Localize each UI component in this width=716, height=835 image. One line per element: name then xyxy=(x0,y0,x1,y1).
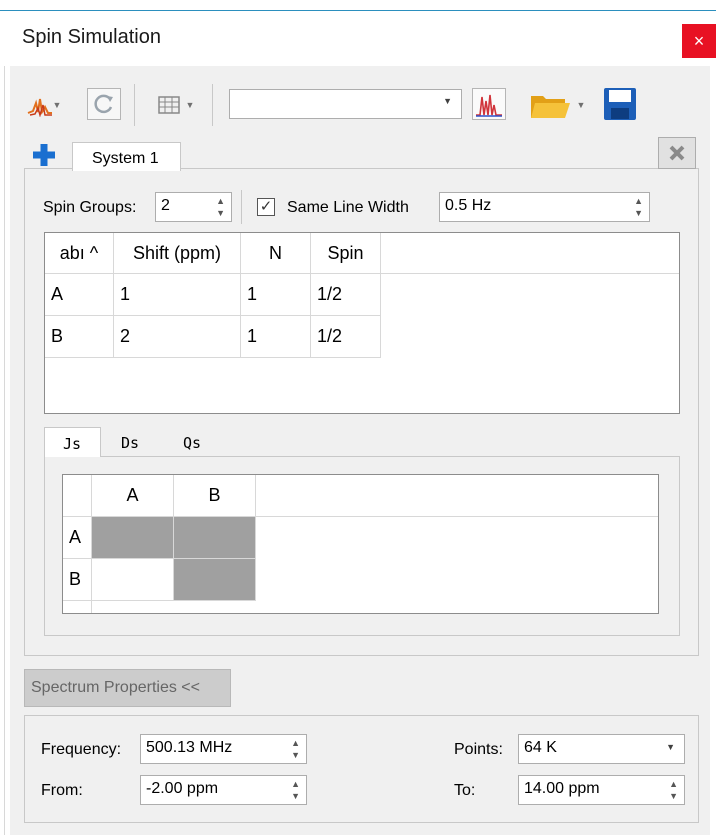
points-label: Points: xyxy=(454,741,503,758)
window-title: Spin Simulation xyxy=(22,26,161,48)
add-system-button[interactable] xyxy=(32,143,56,167)
save-button[interactable] xyxy=(601,86,639,122)
frequency-label: Frequency: xyxy=(41,741,122,758)
refresh-icon xyxy=(94,94,113,114)
points-value: 64 K xyxy=(524,739,557,756)
folder-open-icon xyxy=(530,96,570,118)
from-label: From: xyxy=(41,782,83,799)
spectrum-properties-toggle[interactable]: Spectrum Properties << xyxy=(24,669,231,707)
matrix-column-header[interactable]: B xyxy=(174,475,256,517)
refresh-button[interactable] xyxy=(87,88,121,120)
to-spinbox[interactable]: 14.00 ppm ▲ ▼ xyxy=(518,775,685,805)
close-icon xyxy=(669,145,685,161)
matrix-column-header[interactable]: A xyxy=(92,475,174,517)
matrix-row-filler xyxy=(63,601,92,613)
to-label: To: xyxy=(454,782,476,799)
matrix-cell-disabled xyxy=(174,517,256,559)
from-value: -2.00 ppm xyxy=(146,780,219,797)
chevron-down-icon: ▼ xyxy=(576,100,586,110)
spin-groups-spinbox[interactable]: 2 ▲ ▼ xyxy=(155,192,232,222)
tab-ds[interactable]: Ds xyxy=(121,434,139,452)
matrix-row-header[interactable]: A xyxy=(63,517,92,559)
toolbar-dropdown[interactable]: ▼ xyxy=(229,89,462,119)
table-view-button[interactable]: ▼ xyxy=(150,90,202,120)
column-header-n[interactable]: N xyxy=(241,233,311,274)
table-cell[interactable]: 1 xyxy=(241,274,311,316)
matrix-header-filler xyxy=(256,475,658,517)
from-spinbox[interactable]: -2.00 ppm ▲ ▼ xyxy=(140,775,307,805)
line-width-spinbox[interactable]: 0.5 Hz ▲ ▼ xyxy=(439,192,650,222)
table-cell[interactable]: 1/2 xyxy=(311,316,381,358)
toolbar-separator xyxy=(134,84,135,126)
same-line-width-checkbox[interactable]: ✓ xyxy=(257,198,275,216)
table-cell[interactable]: A xyxy=(45,274,114,316)
spin-arrows-icon: ▲ ▼ xyxy=(669,779,678,801)
line-width-value: 0.5 Hz xyxy=(445,197,492,214)
table-cell[interactable]: 1/2 xyxy=(311,274,381,316)
coupling-matrix: A B A B xyxy=(62,474,659,614)
tab-js[interactable]: Js xyxy=(44,427,101,457)
column-header-filler xyxy=(381,233,679,274)
matrix-cell[interactable] xyxy=(92,559,174,601)
spin-arrows-icon: ▲ ▼ xyxy=(291,779,300,801)
toolbar-separator xyxy=(212,84,213,126)
matrix-cell-disabled xyxy=(174,559,256,601)
separator xyxy=(241,190,242,224)
spin-arrows-icon: ▲ ▼ xyxy=(634,196,643,218)
column-header-label[interactable]: abı ^ xyxy=(45,233,114,274)
tab-system-1[interactable]: System 1 xyxy=(72,142,181,171)
remove-system-button[interactable] xyxy=(658,137,696,169)
column-header-shift[interactable]: Shift (ppm) xyxy=(114,233,241,274)
points-dropdown[interactable]: 64 K ▼ xyxy=(518,734,685,764)
spectrum-sim-icon xyxy=(27,98,52,117)
matrix-row-header[interactable]: B xyxy=(63,559,92,601)
table-cell[interactable]: B xyxy=(45,316,114,358)
spectrum-properties-panel xyxy=(24,715,699,823)
frequency-value: 500.13 MHz xyxy=(146,739,233,756)
close-button[interactable]: × xyxy=(682,24,716,58)
spin-groups-value: 2 xyxy=(161,197,170,214)
save-icon xyxy=(604,88,636,120)
spin-arrows-icon: ▲ ▼ xyxy=(216,196,225,218)
same-line-width-label: Same Line Width xyxy=(287,199,409,216)
spin-arrows-icon: ▲ ▼ xyxy=(291,738,300,760)
table-cell[interactable]: 1 xyxy=(241,316,311,358)
chevron-down-icon: ▼ xyxy=(185,100,195,110)
spin-table: abı ^ Shift (ppm) N Spin A 1 1 1/2 B 2 1… xyxy=(44,232,680,414)
spin-groups-label: Spin Groups: xyxy=(43,199,137,216)
spectrum-sim-button[interactable]: ▼ xyxy=(26,90,62,120)
multiplet-icon xyxy=(476,94,502,117)
to-value: 14.00 ppm xyxy=(524,780,600,797)
table-icon xyxy=(157,96,180,114)
multiplet-button[interactable] xyxy=(472,88,506,120)
chevron-down-icon: ▼ xyxy=(52,100,62,110)
open-folder-button[interactable]: ▼ xyxy=(522,88,592,122)
matrix-cell-disabled xyxy=(92,517,174,559)
chevron-down-icon: ▼ xyxy=(443,96,452,106)
table-cell[interactable]: 2 xyxy=(114,316,241,358)
chevron-down-icon: ▼ xyxy=(666,742,675,752)
table-cell[interactable]: 1 xyxy=(114,274,241,316)
plus-icon xyxy=(33,144,55,166)
matrix-corner xyxy=(63,475,92,517)
tab-qs[interactable]: Qs xyxy=(183,434,201,452)
column-header-spin[interactable]: Spin xyxy=(311,233,381,274)
frequency-spinbox[interactable]: 500.13 MHz ▲ ▼ xyxy=(140,734,307,764)
